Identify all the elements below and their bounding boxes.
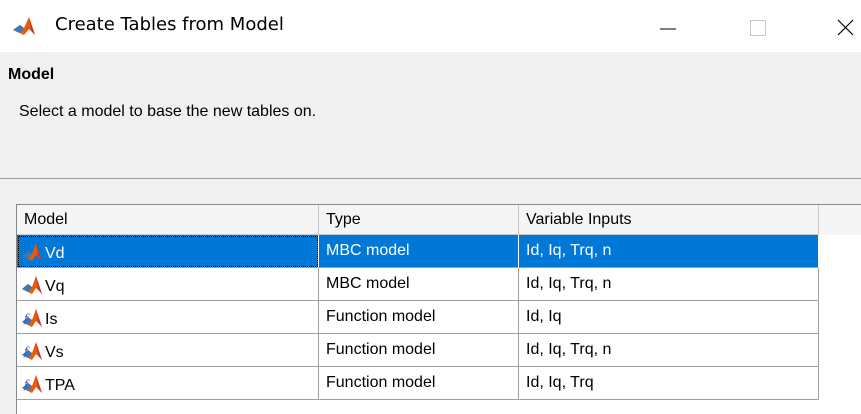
type-cell[interactable]: Function model bbox=[319, 301, 519, 334]
divider bbox=[0, 178, 861, 179]
window-title: Create Tables from Model bbox=[55, 14, 284, 35]
type-cell[interactable]: MBC model bbox=[319, 235, 519, 268]
variable-inputs-cell[interactable]: Id, Iq, Trq, n bbox=[519, 235, 819, 268]
model-cell[interactable]: f Vs bbox=[17, 334, 319, 367]
model-name: Vq bbox=[45, 278, 65, 295]
matlab-icon bbox=[12, 15, 36, 37]
table-row[interactable]: Vd MBC model Id, Iq, Trq, n bbox=[17, 235, 819, 268]
close-icon bbox=[837, 19, 854, 36]
maximize-button[interactable] bbox=[738, 10, 778, 44]
table-header: Model Type Variable Inputs bbox=[17, 205, 861, 235]
function-model-icon: f bbox=[21, 341, 43, 361]
table-row[interactable]: f Is Function model Id, Iq bbox=[17, 301, 819, 334]
minimize-icon bbox=[660, 28, 676, 30]
column-header-type[interactable]: Type bbox=[319, 205, 519, 235]
section-title: Model bbox=[8, 66, 55, 83]
model-name: Vd bbox=[45, 245, 65, 262]
variable-inputs-cell[interactable]: Id, Iq bbox=[519, 301, 819, 334]
variable-inputs-cell[interactable]: Id, Iq, Trq bbox=[519, 367, 819, 400]
function-model-icon: f bbox=[21, 308, 43, 328]
model-name: Is bbox=[45, 311, 58, 328]
column-header-variable-inputs[interactable]: Variable Inputs bbox=[519, 205, 819, 235]
model-cell[interactable]: Vd bbox=[17, 235, 319, 268]
table-row[interactable]: Vq MBC model Id, Iq, Trq, n bbox=[17, 268, 819, 301]
mbc-model-icon bbox=[21, 242, 43, 262]
table-row[interactable]: f TPA Function model Id, Iq, Trq bbox=[17, 367, 819, 400]
function-model-icon: f bbox=[21, 374, 43, 394]
type-cell[interactable]: Function model bbox=[319, 367, 519, 400]
title-bar[interactable]: Create Tables from Model bbox=[0, 0, 861, 52]
maximize-icon bbox=[750, 20, 766, 36]
model-name: TPA bbox=[45, 377, 75, 394]
type-cell[interactable]: Function model bbox=[319, 334, 519, 367]
mbc-model-icon bbox=[21, 275, 43, 295]
column-header-model[interactable]: Model bbox=[17, 205, 319, 235]
variable-inputs-cell[interactable]: Id, Iq, Trq, n bbox=[519, 268, 819, 301]
model-cell[interactable]: f TPA bbox=[17, 367, 319, 400]
section-description: Select a model to base the new tables on… bbox=[19, 103, 317, 120]
minimize-button[interactable] bbox=[648, 10, 688, 44]
variable-inputs-cell[interactable]: Id, Iq, Trq, n bbox=[519, 334, 819, 367]
model-name: Vs bbox=[45, 344, 64, 361]
table-row[interactable]: f Vs Function model Id, Iq, Trq, n bbox=[17, 334, 819, 367]
type-cell[interactable]: MBC model bbox=[319, 268, 519, 301]
close-button[interactable] bbox=[826, 10, 861, 44]
model-cell[interactable]: Vq bbox=[17, 268, 319, 301]
model-cell[interactable]: f Is bbox=[17, 301, 319, 334]
model-table[interactable]: Model Type Variable Inputs Vd MBC model Id… bbox=[16, 204, 861, 414]
